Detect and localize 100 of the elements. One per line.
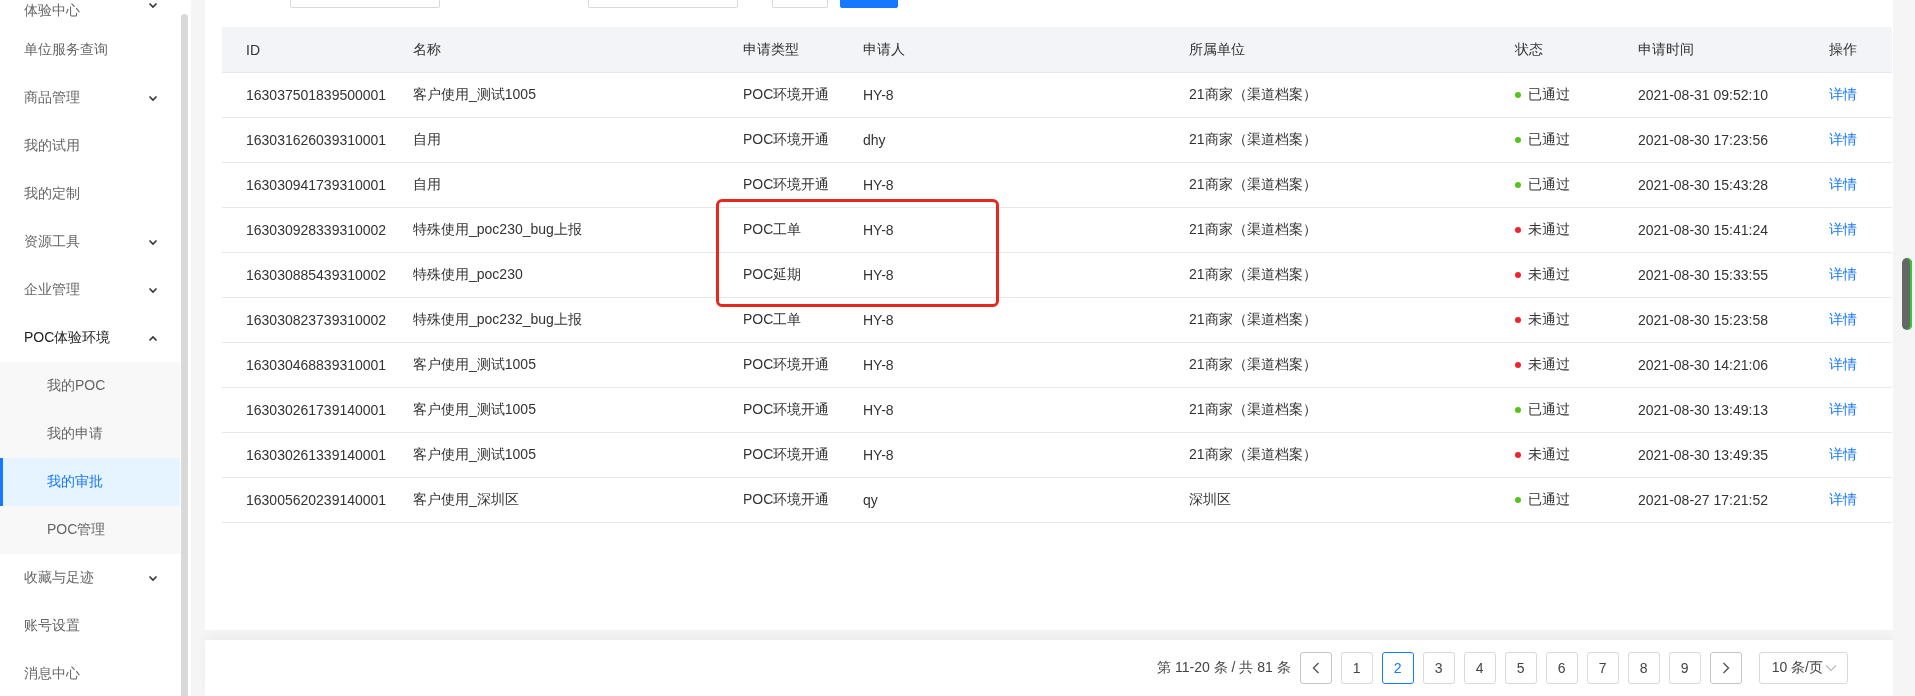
table-cell-text: 21商家（渠道档案） (1188, 311, 1318, 329)
table-cell-text: POC环境开通 (742, 176, 831, 194)
page-button[interactable]: 9 (1668, 652, 1701, 684)
column-header: 操作 (1828, 40, 1858, 59)
table-cell-text: 163030261739140001 (245, 402, 388, 418)
menu-item[interactable]: 企业管理 (0, 266, 180, 314)
menu-item[interactable]: 收藏与足迹 (0, 554, 180, 602)
table-cell-text: 163030468839310001 (245, 357, 388, 373)
table-cell-text: 21商家（渠道档案） (1188, 446, 1318, 464)
status-text: 已通过 (1528, 401, 1570, 419)
scrollbar[interactable] (181, 14, 188, 696)
status-text: 已通过 (1528, 86, 1570, 104)
table-cell-text: HY-8 (862, 87, 895, 103)
menu-item[interactable]: POC体验环境 (0, 314, 180, 362)
menu-item[interactable]: 体验中心 (0, 0, 180, 26)
page-button[interactable]: 2 (1381, 652, 1414, 684)
details-link[interactable]: 详情 (1829, 221, 1857, 237)
table-cell-text: 自用 (412, 176, 442, 194)
column-header: 申请时间 (1637, 40, 1695, 59)
page-size-select[interactable]: 10 条/页 (1758, 652, 1848, 684)
table-cell-text: 2021-08-30 13:49:35 (1637, 447, 1769, 463)
chevron-left-icon (1311, 662, 1320, 674)
page-button[interactable]: 1 (1340, 652, 1373, 684)
table-cell-text: 特殊使用_poc230 (412, 266, 524, 284)
menu-item[interactable]: 账号设置 (0, 602, 180, 650)
status-text: 已通过 (1528, 491, 1570, 509)
menu-item[interactable]: 我的试用 (0, 122, 180, 170)
table-cell-text: 2021-08-30 15:23:58 (1637, 312, 1769, 328)
table-cell-text: 21商家（渠道档案） (1188, 266, 1318, 284)
table-cell-text: 2021-08-30 17:23:56 (1637, 132, 1769, 148)
table-cell-text: 2021-08-30 15:43:28 (1637, 177, 1769, 193)
submenu-item[interactable]: 我的审批 (0, 458, 180, 506)
details-link[interactable]: 详情 (1829, 86, 1857, 102)
menu-item[interactable]: 资源工具 (0, 218, 180, 266)
table-cell-text: 客户使用_深圳区 (412, 491, 520, 509)
table-cell-text: 163031626039310001 (245, 132, 388, 148)
submenu-item[interactable]: 我的POC (0, 362, 180, 410)
details-link[interactable]: 详情 (1829, 401, 1857, 417)
submenu-item[interactable]: 我的申请 (0, 410, 180, 458)
menu-item[interactable]: 消息中心 (0, 650, 180, 696)
scrollbar-thumb[interactable] (1902, 258, 1912, 330)
menu-item[interactable]: 商品管理 (0, 74, 180, 122)
menu-item[interactable]: 我的定制 (0, 170, 180, 218)
table-cell-text: 自用 (412, 131, 442, 149)
pagination-summary: 第 11-20 条 / 共 81 条 (1157, 659, 1291, 677)
column-header: ID (245, 41, 261, 58)
page-button[interactable]: 5 (1504, 652, 1537, 684)
table-cell-text: POC环境开通 (742, 131, 831, 149)
menu-item[interactable]: 单位服务查询 (0, 26, 180, 74)
table-cell-text: 163005620239140001 (245, 492, 388, 508)
table-cell-text: 163030823739310002 (245, 312, 388, 328)
details-link[interactable]: 详情 (1829, 176, 1857, 192)
table-cell-text: qy (862, 492, 879, 508)
page-button[interactable]: 4 (1463, 652, 1496, 684)
table-cell-text: 2021-08-30 13:49:13 (1637, 402, 1769, 418)
table-cell-text: POC环境开通 (742, 446, 831, 464)
table-cell-text: 2021-08-27 17:21:52 (1637, 492, 1769, 508)
details-link[interactable]: 详情 (1829, 131, 1857, 147)
details-link[interactable]: 详情 (1829, 266, 1857, 282)
table-cell-text: POC工单 (742, 311, 803, 329)
status-text: 未通过 (1528, 311, 1570, 329)
prev-page-button[interactable] (1299, 652, 1332, 684)
table-cell-text: 2021-08-30 15:33:55 (1637, 267, 1769, 283)
table-cell-text: 客户使用_测试1005 (412, 356, 537, 374)
table-cell-text: POC环境开通 (742, 356, 831, 374)
table-cell-text: 深圳区 (1188, 491, 1232, 509)
status-text: 已通过 (1528, 176, 1570, 194)
chevron-down-icon (1825, 664, 1837, 672)
table-cell-text: 21商家（渠道档案） (1188, 176, 1318, 194)
table-cell-text: 21商家（渠道档案） (1188, 221, 1318, 239)
table-cell-text: HY-8 (862, 402, 895, 418)
details-link[interactable]: 详情 (1829, 311, 1857, 327)
table-cell-text: 特殊使用_poc230_bug上报 (412, 221, 583, 239)
table-cell-text: 2021-08-30 15:41:24 (1637, 222, 1769, 238)
status-text: 未通过 (1528, 266, 1570, 284)
table-cell-text: 客户使用_测试1005 (412, 86, 537, 104)
status-text: 未通过 (1528, 356, 1570, 374)
page-button[interactable]: 8 (1627, 652, 1660, 684)
table-cell-text: 2021-08-31 09:52:10 (1637, 87, 1769, 103)
page-button[interactable]: 7 (1586, 652, 1619, 684)
table-cell-text: HY-8 (862, 177, 895, 193)
table-cell-text: 163037501839500001 (245, 87, 388, 103)
table-cell-text: 特殊使用_poc232_bug上报 (412, 311, 583, 329)
next-page-button[interactable] (1709, 652, 1742, 684)
details-link[interactable]: 详情 (1829, 356, 1857, 372)
table-cell-text: 163030928339310002 (245, 222, 388, 238)
status-text: 未通过 (1528, 446, 1570, 464)
column-header: 状态 (1514, 40, 1544, 59)
chevron-right-icon (1721, 662, 1730, 674)
submenu-item[interactable]: POC管理 (0, 506, 180, 554)
table-cell-text: 客户使用_测试1005 (412, 401, 537, 419)
page-button[interactable]: 6 (1545, 652, 1578, 684)
table-cell-text: 客户使用_测试1005 (412, 446, 537, 464)
table-cell-text: HY-8 (862, 447, 895, 463)
column-header: 名称 (412, 40, 442, 59)
page-button[interactable]: 3 (1422, 652, 1455, 684)
details-link[interactable]: 详情 (1829, 491, 1857, 507)
table-cell-text: 21商家（渠道档案） (1188, 86, 1318, 104)
details-link[interactable]: 详情 (1829, 446, 1857, 462)
table-cell-text: 21商家（渠道档案） (1188, 356, 1318, 374)
